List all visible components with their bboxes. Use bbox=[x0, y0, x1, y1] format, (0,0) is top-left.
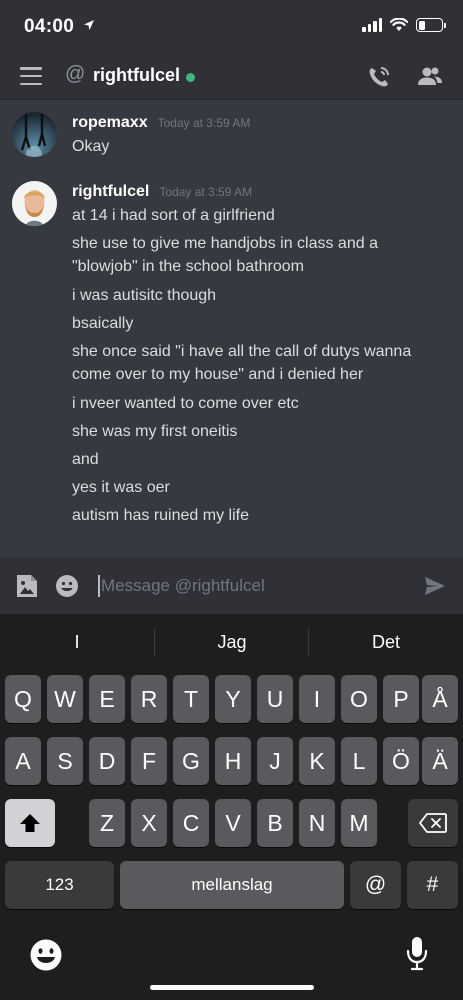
key-x[interactable]: X bbox=[131, 799, 167, 847]
username[interactable]: ropemaxx bbox=[72, 114, 148, 132]
message-text: and bbox=[72, 451, 99, 468]
key-f[interactable]: F bbox=[131, 737, 167, 785]
key-k[interactable]: K bbox=[299, 737, 335, 785]
key-l[interactable]: L bbox=[341, 737, 377, 785]
key-u[interactable]: U bbox=[257, 675, 293, 723]
voice-call-button[interactable] bbox=[364, 62, 394, 92]
wifi-icon bbox=[390, 18, 408, 31]
status-indicators bbox=[362, 18, 446, 32]
key-v[interactable]: V bbox=[215, 799, 251, 847]
key-t[interactable]: T bbox=[173, 675, 209, 723]
key-h[interactable]: H bbox=[215, 737, 251, 785]
message-text: Okay bbox=[72, 138, 110, 155]
username[interactable]: rightfulcel bbox=[72, 183, 149, 201]
message-text: she was my first oneitis bbox=[72, 423, 238, 440]
key-n[interactable]: N bbox=[299, 799, 335, 847]
message-text: i nveer wanted to come over etc bbox=[72, 395, 299, 412]
location-arrow-icon bbox=[83, 20, 94, 30]
key-o-umlaut[interactable]: Ö bbox=[383, 737, 419, 785]
at-key[interactable]: @ bbox=[350, 861, 401, 909]
message-text: she once said "i have all the call of du… bbox=[72, 343, 412, 383]
key-y[interactable]: Y bbox=[215, 675, 251, 723]
key-s[interactable]: S bbox=[47, 737, 83, 785]
message-list[interactable]: ropemaxx Today at 3:59 AM Okay rightfulc… bbox=[0, 100, 463, 557]
message-text: she use to give me handjobs in class and… bbox=[72, 235, 378, 275]
timestamp: Today at 3:59 AM bbox=[157, 116, 251, 130]
avatar[interactable] bbox=[12, 181, 57, 226]
key-p[interactable]: P bbox=[383, 675, 419, 723]
channel-title: rightfulcel bbox=[93, 65, 181, 85]
space-key[interactable]: mellanslag bbox=[120, 861, 344, 909]
message-text: autism has ruined my life bbox=[72, 507, 249, 524]
key-z[interactable]: Z bbox=[89, 799, 125, 847]
message-header: rightfulcel Today at 3:59 AM bbox=[72, 183, 252, 201]
avatar[interactable] bbox=[12, 112, 57, 157]
cellular-signal-icon bbox=[362, 18, 382, 32]
timestamp: Today at 3:59 AM bbox=[159, 185, 253, 199]
message-text: i was autisitc though bbox=[72, 287, 217, 304]
shift-icon bbox=[20, 814, 40, 832]
hash-key[interactable]: # bbox=[407, 861, 458, 909]
at-icon: @ bbox=[65, 63, 86, 85]
backspace-key[interactable] bbox=[408, 799, 458, 847]
key-o[interactable]: O bbox=[341, 675, 377, 723]
emoji-keyboard-icon[interactable] bbox=[29, 938, 63, 972]
battery-icon bbox=[416, 18, 446, 32]
suggestion-1[interactable]: I bbox=[0, 614, 154, 670]
emoji-icon[interactable] bbox=[55, 574, 79, 598]
image-upload-icon[interactable] bbox=[15, 573, 39, 599]
status-time-text: 04:00 bbox=[24, 16, 75, 37]
send-icon[interactable] bbox=[424, 576, 446, 596]
key-e[interactable]: E bbox=[89, 675, 125, 723]
key-c[interactable]: C bbox=[173, 799, 209, 847]
message-text: at 14 i had sort of a girlfriend bbox=[72, 207, 275, 224]
numbers-key[interactable]: 123 bbox=[5, 861, 114, 909]
channel-header: @ rightfulcel bbox=[0, 54, 463, 100]
key-m[interactable]: M bbox=[341, 799, 377, 847]
message-header: ropemaxx Today at 3:59 AM bbox=[72, 114, 250, 132]
key-w[interactable]: W bbox=[47, 675, 83, 723]
key-b[interactable]: B bbox=[257, 799, 293, 847]
microphone-icon[interactable] bbox=[406, 936, 428, 972]
key-a[interactable]: A bbox=[5, 737, 41, 785]
menu-icon[interactable] bbox=[20, 67, 42, 85]
status-bar: 04:00 bbox=[0, 0, 463, 54]
on-screen-keyboard: I Jag Det Q W E R T Y U I O P Å A S D F … bbox=[0, 614, 463, 1000]
message-input[interactable] bbox=[98, 575, 398, 597]
phone-call-icon bbox=[369, 67, 389, 87]
message-text: yes it was oer bbox=[72, 479, 170, 496]
status-time: 04:00 bbox=[24, 16, 95, 38]
suggestion-2[interactable]: Jag bbox=[155, 614, 309, 670]
backspace-icon bbox=[419, 813, 447, 833]
key-r[interactable]: R bbox=[131, 675, 167, 723]
key-j[interactable]: J bbox=[257, 737, 293, 785]
key-d[interactable]: D bbox=[89, 737, 125, 785]
key-a-ring[interactable]: Å bbox=[422, 675, 458, 723]
key-q[interactable]: Q bbox=[5, 675, 41, 723]
shift-key[interactable] bbox=[5, 799, 55, 847]
online-status-indicator bbox=[186, 73, 195, 82]
avatar-image bbox=[12, 181, 57, 226]
message-composer bbox=[0, 557, 463, 614]
key-g[interactable]: G bbox=[173, 737, 209, 785]
key-a-umlaut[interactable]: Ä bbox=[422, 737, 458, 785]
avatar-image bbox=[12, 112, 57, 157]
members-button[interactable] bbox=[415, 62, 445, 92]
suggestion-3[interactable]: Det bbox=[309, 614, 463, 670]
home-indicator[interactable] bbox=[150, 985, 314, 990]
message-text: bsaically bbox=[72, 315, 134, 332]
people-icon bbox=[418, 67, 442, 85]
key-i[interactable]: I bbox=[299, 675, 335, 723]
